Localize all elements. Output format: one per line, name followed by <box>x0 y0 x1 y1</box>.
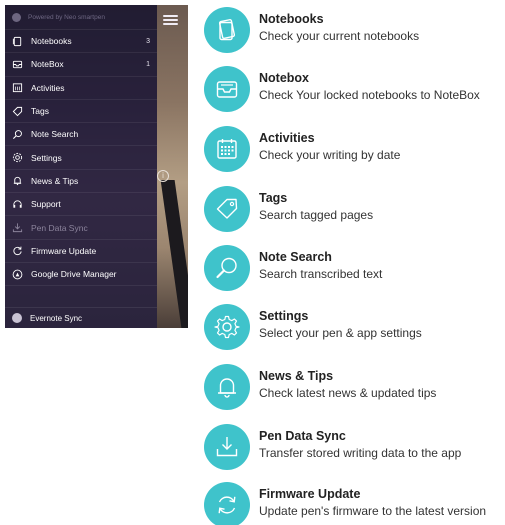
feature-activities: Activities Check your writing by date <box>204 126 504 172</box>
feature-desc: Check Your locked notebooks to NoteBox <box>259 88 480 102</box>
menu-item-note-search[interactable]: Note Search <box>5 123 157 147</box>
feature-desc: Transfer stored writing data to the app <box>259 446 462 460</box>
notebooks-icon <box>204 7 250 53</box>
menu-item-label: Activities <box>31 82 65 93</box>
calendar-icon <box>12 82 23 93</box>
feature-title: Pen Data Sync <box>259 429 346 443</box>
menu-item-label: Notebooks <box>31 36 72 47</box>
hamburger-menu-icon[interactable] <box>163 15 178 25</box>
notebox-icon <box>12 59 23 70</box>
feature-pen-data-sync: Pen Data Sync Transfer stored writing da… <box>204 424 504 470</box>
tag-icon <box>204 186 250 232</box>
drive-icon <box>12 269 23 280</box>
feature-title: Note Search <box>259 250 332 264</box>
feature-settings: Settings Select your pen & app settings <box>204 304 504 350</box>
menu-item-label: Pen Data Sync <box>31 222 88 233</box>
feature-title: Tags <box>259 191 288 205</box>
gear-icon <box>204 304 250 350</box>
feature-tags: Tags Search tagged pages <box>204 186 504 232</box>
headset-icon <box>12 199 23 210</box>
feature-notebox: Notebox Check Your locked notebooks to N… <box>204 66 504 112</box>
info-icon: i <box>157 170 169 182</box>
menu-item-label: Tags <box>31 106 49 117</box>
feature-desc: Check your writing by date <box>259 148 401 162</box>
app-side-menu-screenshot: i Powered by Neo smartpen Notebooks 3 No… <box>5 5 188 328</box>
notebooks-count: 3 <box>146 37 150 45</box>
menu-item-label: Firmware Update <box>31 245 97 256</box>
menu-item-notebox[interactable]: NoteBox 1 <box>5 53 157 77</box>
download-icon <box>12 222 23 233</box>
menu-header: Powered by Neo smartpen <box>5 5 157 30</box>
menu-item-notebooks[interactable]: Notebooks 3 <box>5 30 157 54</box>
menu-item-tags[interactable]: Tags <box>5 100 157 124</box>
menu-item-label: NoteBox <box>31 59 64 70</box>
tag-icon <box>12 106 23 117</box>
evernote-icon <box>12 313 22 323</box>
notebox-icon <box>204 66 250 112</box>
refresh-icon <box>204 482 250 525</box>
menu-item-support[interactable]: Support <box>5 193 157 217</box>
bell-icon <box>12 175 23 186</box>
bell-icon <box>204 364 250 410</box>
menu-item-firmware-update[interactable]: Firmware Update <box>5 240 157 263</box>
search-icon <box>12 129 23 140</box>
feature-title: Activities <box>259 131 315 145</box>
menu-item-label: Google Drive Manager <box>31 269 117 280</box>
feature-title: Firmware Update <box>259 487 361 501</box>
download-icon <box>204 424 250 470</box>
feature-desc: Check your current notebooks <box>259 29 420 43</box>
calendar-icon <box>204 126 250 172</box>
menu-item-evernote-sync[interactable]: Evernote Sync <box>5 307 157 328</box>
pen-shape <box>160 180 188 328</box>
feature-desc: Update pen's firmware to the latest vers… <box>259 504 487 518</box>
feature-title: News & Tips <box>259 369 334 383</box>
menu-item-label: Settings <box>31 152 62 163</box>
notebooks-icon <box>12 36 23 47</box>
feature-desc: Search tagged pages <box>259 208 374 222</box>
feature-note-search: Note Search Search transcribed text <box>204 245 504 291</box>
feature-desc: Check latest news & updated tips <box>259 386 437 400</box>
menu-item-pen-data-sync[interactable]: Pen Data Sync <box>5 216 157 240</box>
feature-title: Notebooks <box>259 12 324 26</box>
feature-news-tips: News & Tips Check latest news & updated … <box>204 364 504 410</box>
feature-title: Settings <box>259 309 309 323</box>
menu-item-settings[interactable]: Settings <box>5 146 157 170</box>
menu-item-label: Support <box>31 199 61 210</box>
search-icon <box>204 245 250 291</box>
refresh-icon <box>12 245 23 256</box>
evernote-sync-label: Evernote Sync <box>30 313 83 323</box>
feature-firmware-update: Firmware Update Update pen's firmware to… <box>204 482 504 525</box>
neo-logo-icon <box>12 12 21 22</box>
menu-item-google-drive-manager[interactable]: Google Drive Manager <box>5 263 157 287</box>
side-menu: Powered by Neo smartpen Notebooks 3 Note… <box>5 5 157 328</box>
menu-item-label: News & Tips <box>31 175 79 186</box>
feature-desc: Select your pen & app settings <box>259 326 422 340</box>
menu-item-label: Note Search <box>31 129 79 140</box>
menu-item-news-tips[interactable]: News & Tips <box>5 170 157 194</box>
background-photo: i <box>157 5 188 328</box>
powered-by-text: Powered by Neo smartpen <box>28 13 105 21</box>
feature-title: Notebox <box>259 71 309 85</box>
notebox-count: 1 <box>146 60 150 68</box>
feature-notebooks: Notebooks Check your current notebooks <box>204 7 504 53</box>
feature-desc: Search transcribed text <box>259 267 383 281</box>
menu-item-activities[interactable]: Activities <box>5 77 157 100</box>
gear-icon <box>12 152 23 163</box>
